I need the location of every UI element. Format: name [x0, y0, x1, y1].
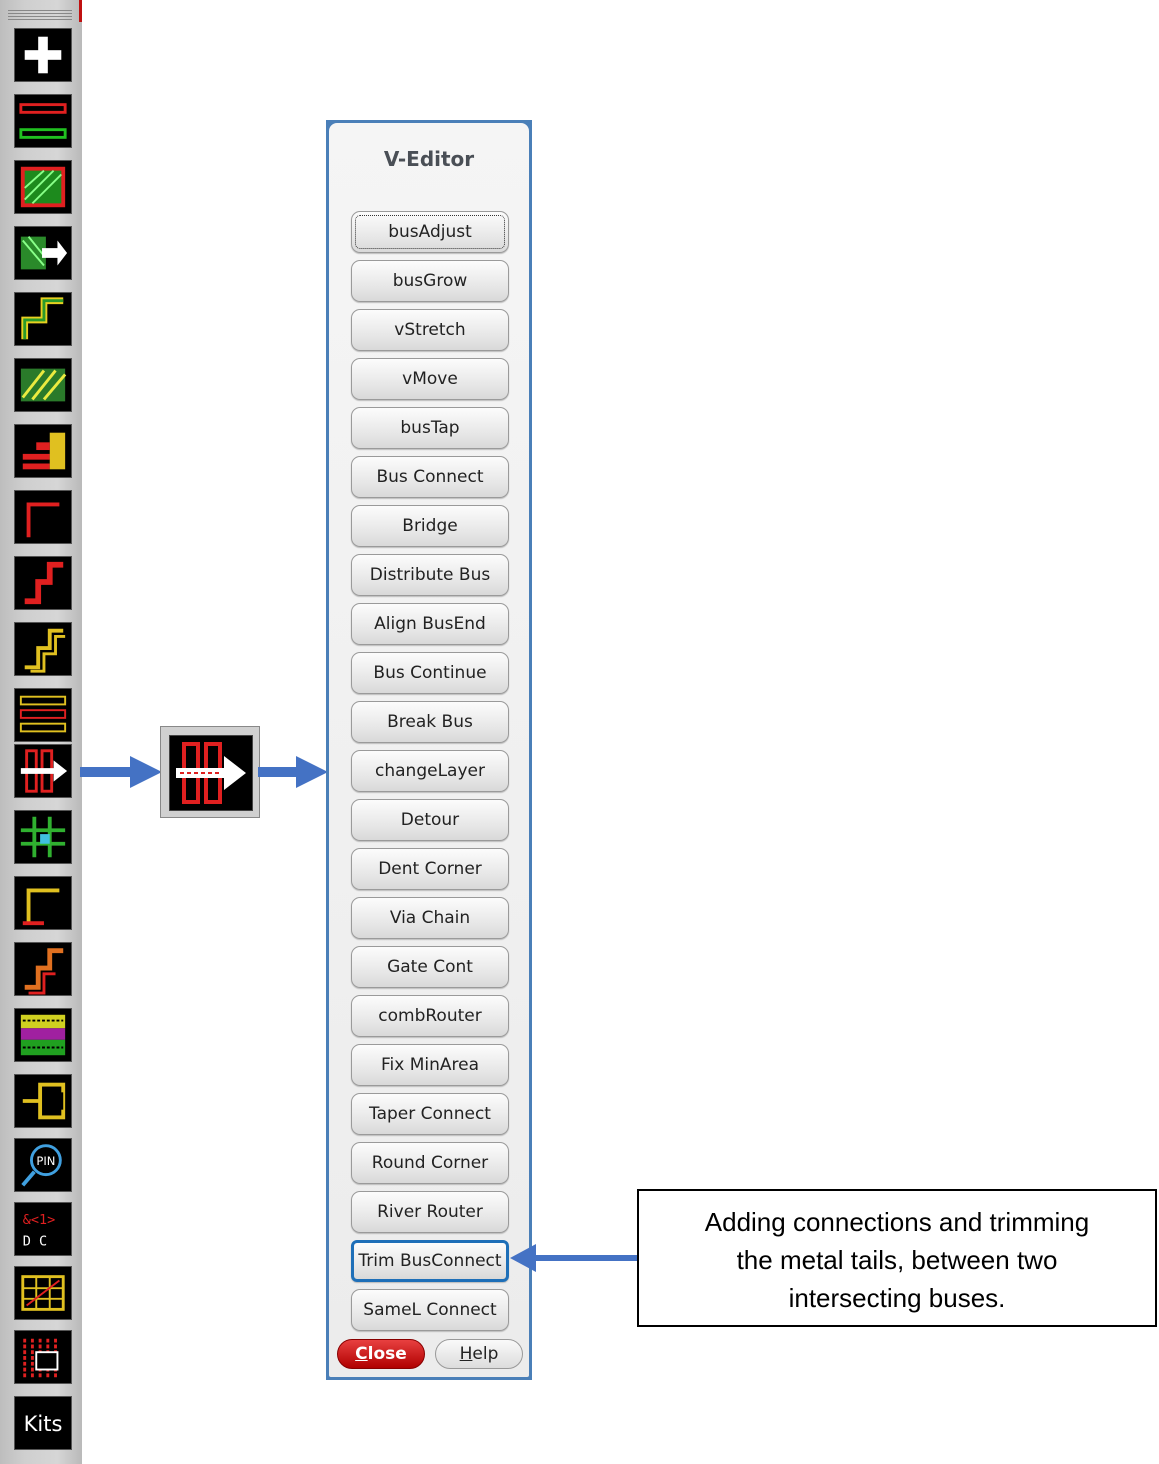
panel-title: V-Editor	[383, 147, 475, 171]
arrow-to-panel	[258, 756, 328, 788]
cross-via-icon[interactable]	[14, 810, 72, 864]
bus-connect-button[interactable]: Bus Connect	[351, 456, 509, 498]
svg-text:&<1>: &<1>	[23, 1212, 55, 1228]
busadjust-button[interactable]: busAdjust	[351, 211, 509, 253]
grid-block-icon[interactable]	[14, 1266, 72, 1320]
step-path-icon[interactable]	[14, 292, 72, 346]
callout-line-3: intersecting buses.	[788, 1283, 1006, 1313]
plus-icon[interactable]	[14, 28, 72, 82]
zoomed-v-editor-icon	[160, 726, 260, 818]
l-path-icon[interactable]	[14, 876, 72, 930]
layer-stripes-icon[interactable]	[14, 94, 72, 148]
left-toolbar: PIN &<1> D C Kits	[0, 0, 82, 1464]
v-editor-panel: V-Editor busAdjust busGrow vStretch vMove bu…	[326, 120, 532, 1380]
close-label: lose	[367, 1344, 407, 1364]
orange-step-icon[interactable]	[14, 942, 72, 996]
pin-search-icon[interactable]: PIN	[14, 1138, 72, 1192]
callout-box: Adding connections and trimming the meta…	[637, 1189, 1157, 1327]
callout-line-2: the metal tails, between two	[736, 1245, 1058, 1275]
close-mnemonic: C	[355, 1344, 368, 1364]
green-hatch-icon[interactable]	[14, 160, 72, 214]
hatched-block-icon[interactable]	[14, 358, 72, 412]
help-mnemonic: H	[459, 1344, 473, 1364]
bustap-button[interactable]: busTap	[351, 407, 509, 449]
changelayer-button[interactable]: changeLayer	[351, 750, 509, 792]
combrouter-button[interactable]: combRouter	[351, 995, 509, 1037]
bus-continue-button[interactable]: Bus Continue	[351, 652, 509, 694]
fix-minarea-button[interactable]: Fix MinArea	[351, 1044, 509, 1086]
bus-lines-icon[interactable]	[14, 688, 72, 742]
bridge-button[interactable]: Bridge	[351, 505, 509, 547]
distribute-bus-button[interactable]: Distribute Bus	[351, 554, 509, 596]
busgrow-button[interactable]: busGrow	[351, 260, 509, 302]
help-button[interactable]: Help	[435, 1339, 523, 1369]
connector-icon[interactable]	[14, 1074, 72, 1128]
svg-text:D C: D C	[23, 1233, 47, 1249]
toolbar-grip[interactable]	[8, 10, 72, 20]
help-label: elp	[472, 1344, 499, 1364]
striped-pattern-icon[interactable]	[14, 1008, 72, 1062]
svg-text:PIN: PIN	[36, 1154, 55, 1168]
vstretch-button[interactable]: vStretch	[351, 309, 509, 351]
callout-line-1: Adding connections and trimming	[704, 1207, 1090, 1237]
close-button[interactable]: Close	[337, 1339, 425, 1369]
trim-busconnect-button[interactable]: Trim BusConnect	[351, 1240, 509, 1282]
river-router-button[interactable]: River Router	[351, 1191, 509, 1233]
kits-button[interactable]: Kits	[14, 1396, 72, 1450]
move-arrow-icon[interactable]	[14, 226, 72, 280]
red-step-icon[interactable]	[14, 556, 72, 610]
arrow-to-zoom	[80, 756, 162, 788]
detour-button[interactable]: Detour	[351, 799, 509, 841]
round-corner-button[interactable]: Round Corner	[351, 1142, 509, 1184]
toolbar-edge-marker	[79, 0, 82, 22]
pin-stack-icon[interactable]	[14, 424, 72, 478]
taper-connect-button[interactable]: Taper Connect	[351, 1093, 509, 1135]
corner-path-icon[interactable]	[14, 490, 72, 544]
break-bus-button[interactable]: Break Bus	[351, 701, 509, 743]
callout-arrow	[510, 1244, 640, 1272]
dent-corner-button[interactable]: Dent Corner	[351, 848, 509, 890]
v-editor-icon[interactable]	[14, 744, 72, 798]
vmove-button[interactable]: vMove	[351, 358, 509, 400]
samel-connect-button[interactable]: SameL Connect	[351, 1289, 509, 1331]
gate-cont-button[interactable]: Gate Cont	[351, 946, 509, 988]
label-text-icon[interactable]: &<1> D C	[14, 1202, 72, 1256]
via-chain-button[interactable]: Via Chain	[351, 897, 509, 939]
align-busend-button[interactable]: Align BusEnd	[351, 603, 509, 645]
yellow-step-icon[interactable]	[14, 622, 72, 676]
red-grid-icon[interactable]	[14, 1330, 72, 1384]
